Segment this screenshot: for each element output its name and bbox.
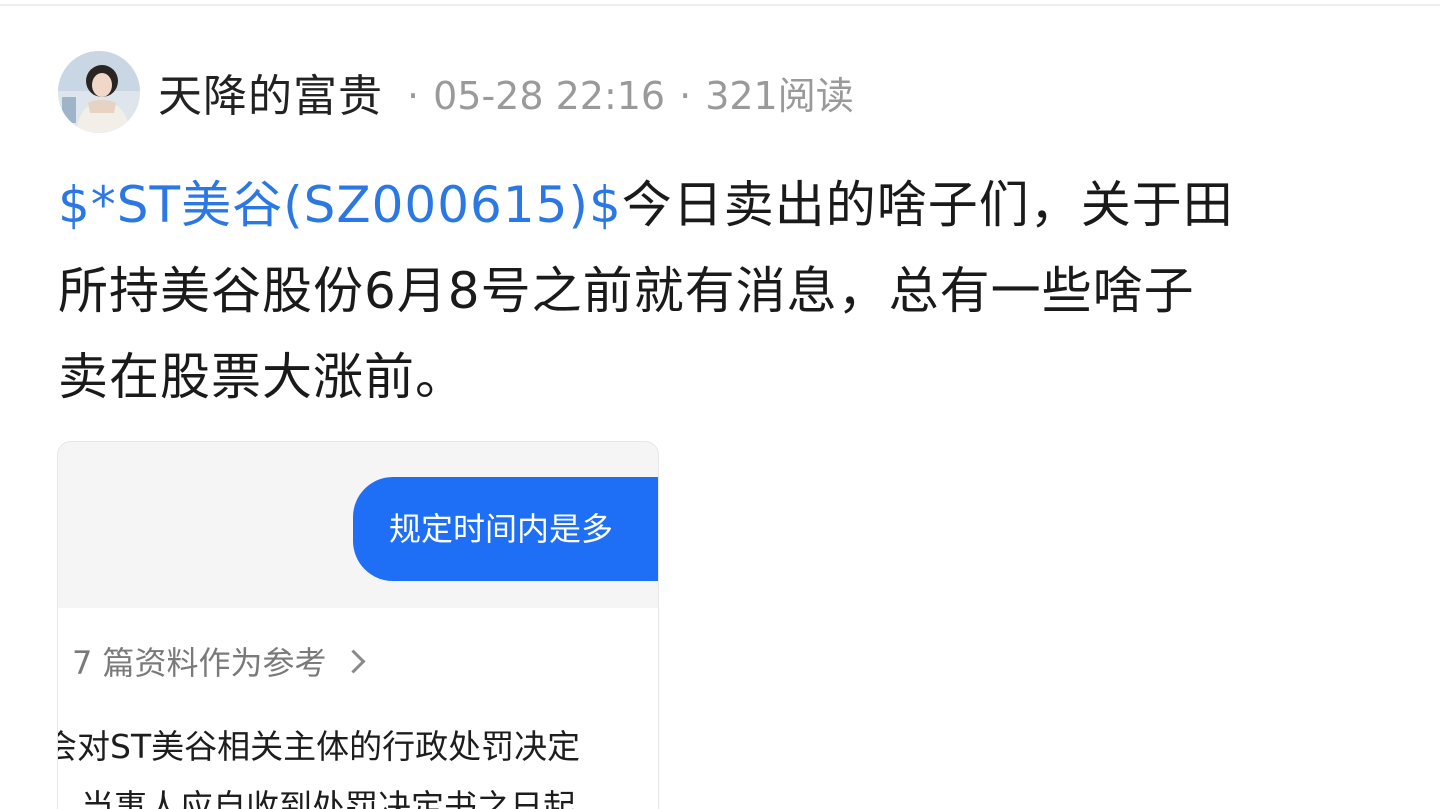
post-body-line-3: 卖在股票大涨前。 <box>58 348 466 406</box>
chat-bubble: 规定时间内是多 <box>353 477 658 581</box>
post-header: 天降的富贵 · 05-28 22:16 · 321阅读 <box>58 50 854 134</box>
chat-area: 规定时间内是多 <box>58 442 658 608</box>
post-page: 天降的富贵 · 05-28 22:16 · 321阅读 $*ST美谷(SZ000615… <box>0 0 1440 809</box>
chevron-right-icon <box>341 648 366 674</box>
post-body-line-2: 所持美谷股份6月8号之前就有消息，总有一些啥子 <box>58 262 1195 320</box>
read-count: 321阅读 <box>705 73 854 118</box>
post-time: 05-28 22:16 <box>433 73 666 118</box>
avatar-photo-icon <box>58 51 140 133</box>
author-name[interactable]: 天降的富贵 <box>158 60 383 124</box>
answer-text-line-2: ，当事人应自收到处罚决定书之日起 <box>57 787 576 809</box>
references-label: 7 篇资料作为参考 <box>72 644 327 682</box>
post-body: $*ST美谷(SZ000615)$今日卖出的啥子们，关于田 所持美谷股份6月8号… <box>58 162 1398 420</box>
meta-separator: · <box>679 73 692 118</box>
top-divider <box>0 4 1440 6</box>
answer-text-line-1: 会对ST美谷相关主体的行政处罚决定 <box>57 727 581 766</box>
post-meta: · 05-28 22:16 · 321阅读 <box>393 65 854 120</box>
stock-tag-link[interactable]: $*ST美谷(SZ000615)$ <box>58 176 622 234</box>
embedded-screenshot-card[interactable]: 规定时间内是多 7 篇资料作为参考 会对ST美谷相关主体的行政处罚决定 ，当事人… <box>57 441 659 809</box>
post-body-line-1: $*ST美谷(SZ000615)$今日卖出的啥子们，关于田 <box>58 162 1398 248</box>
post-body-text: 今日卖出的啥子们，关于田 <box>621 176 1234 234</box>
avatar[interactable] <box>58 51 140 133</box>
meta-separator: · <box>407 73 420 118</box>
references-link[interactable]: 7 篇资料作为参考 <box>72 638 366 684</box>
answer-area: 7 篇资料作为参考 会对ST美谷相关主体的行政处罚决定 ，当事人应自收到处罚决定… <box>58 608 658 809</box>
